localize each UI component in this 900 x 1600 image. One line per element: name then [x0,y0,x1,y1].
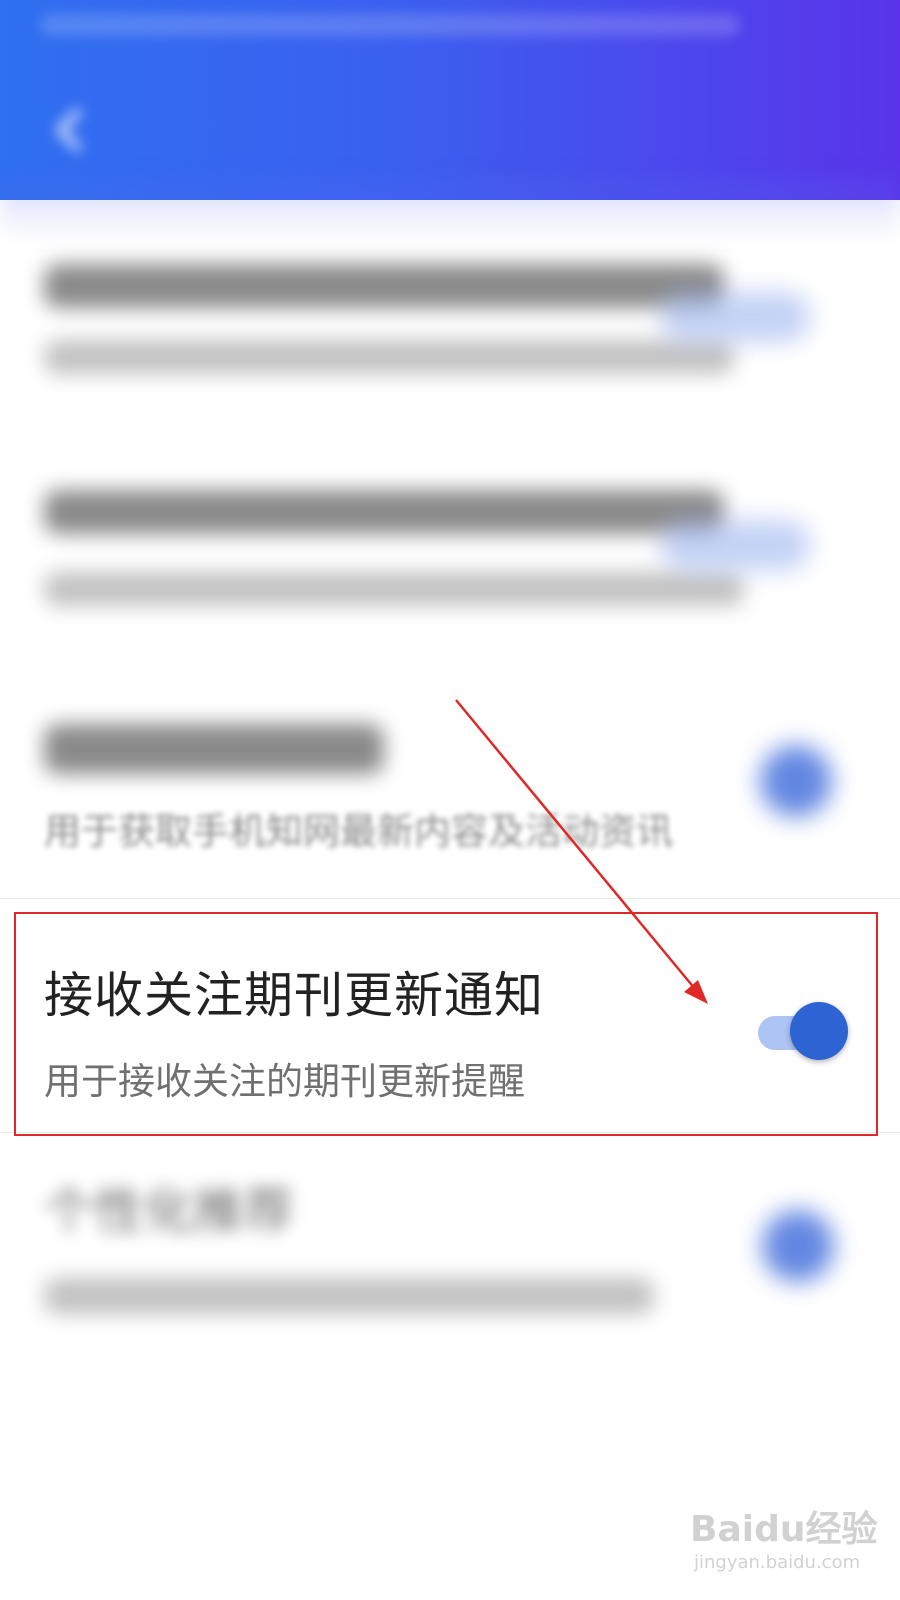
page-title [320,100,560,158]
chevron-left-icon[interactable] [40,100,100,160]
watermark-url: jingyan.baidu.com [694,1552,861,1573]
setting-title: 接收关注期刊更新通知 [44,967,545,1024]
blurred-title [44,264,724,308]
baidu-watermark: Baidu经验 jingyan.baidu.com [690,1500,890,1590]
setting-row-blurred-2[interactable] [0,460,900,650]
setting-description: 用于接收关注的期刊更新提醒 [44,1060,525,1103]
setting-row-blurred-4[interactable]: 个性化推荐 [0,1160,900,1360]
blurred-description [44,340,734,374]
row-divider [0,898,900,899]
setting-row-blurred-1[interactable] [0,230,900,420]
watermark-logo: Baidu经验 [690,1509,878,1550]
blurred-toggle[interactable] [660,520,810,570]
row-divider [0,1132,900,1133]
blurred-description [44,1278,654,1314]
blurred-toggle[interactable] [660,292,810,342]
blurred-toggle[interactable] [762,1210,834,1282]
blurred-description: 用于获取手机知网最新内容及活动资讯 [44,810,673,853]
status-bar [40,14,740,36]
blurred-toggle[interactable] [760,745,832,817]
screen: 用于获取手机知网最新内容及活动资讯 接收关注期刊更新通知 用于接收关注的期刊更新… [0,0,900,1600]
blurred-title: 个性化推荐 [44,1182,294,1240]
app-header [0,0,900,200]
journal-update-toggle[interactable] [758,1002,848,1062]
blurred-title [44,724,384,774]
toggle-thumb [790,1002,848,1060]
setting-row-blurred-3[interactable]: 用于获取手机知网最新内容及活动资讯 [0,690,900,890]
blurred-title [44,490,724,534]
blurred-description [44,572,744,606]
